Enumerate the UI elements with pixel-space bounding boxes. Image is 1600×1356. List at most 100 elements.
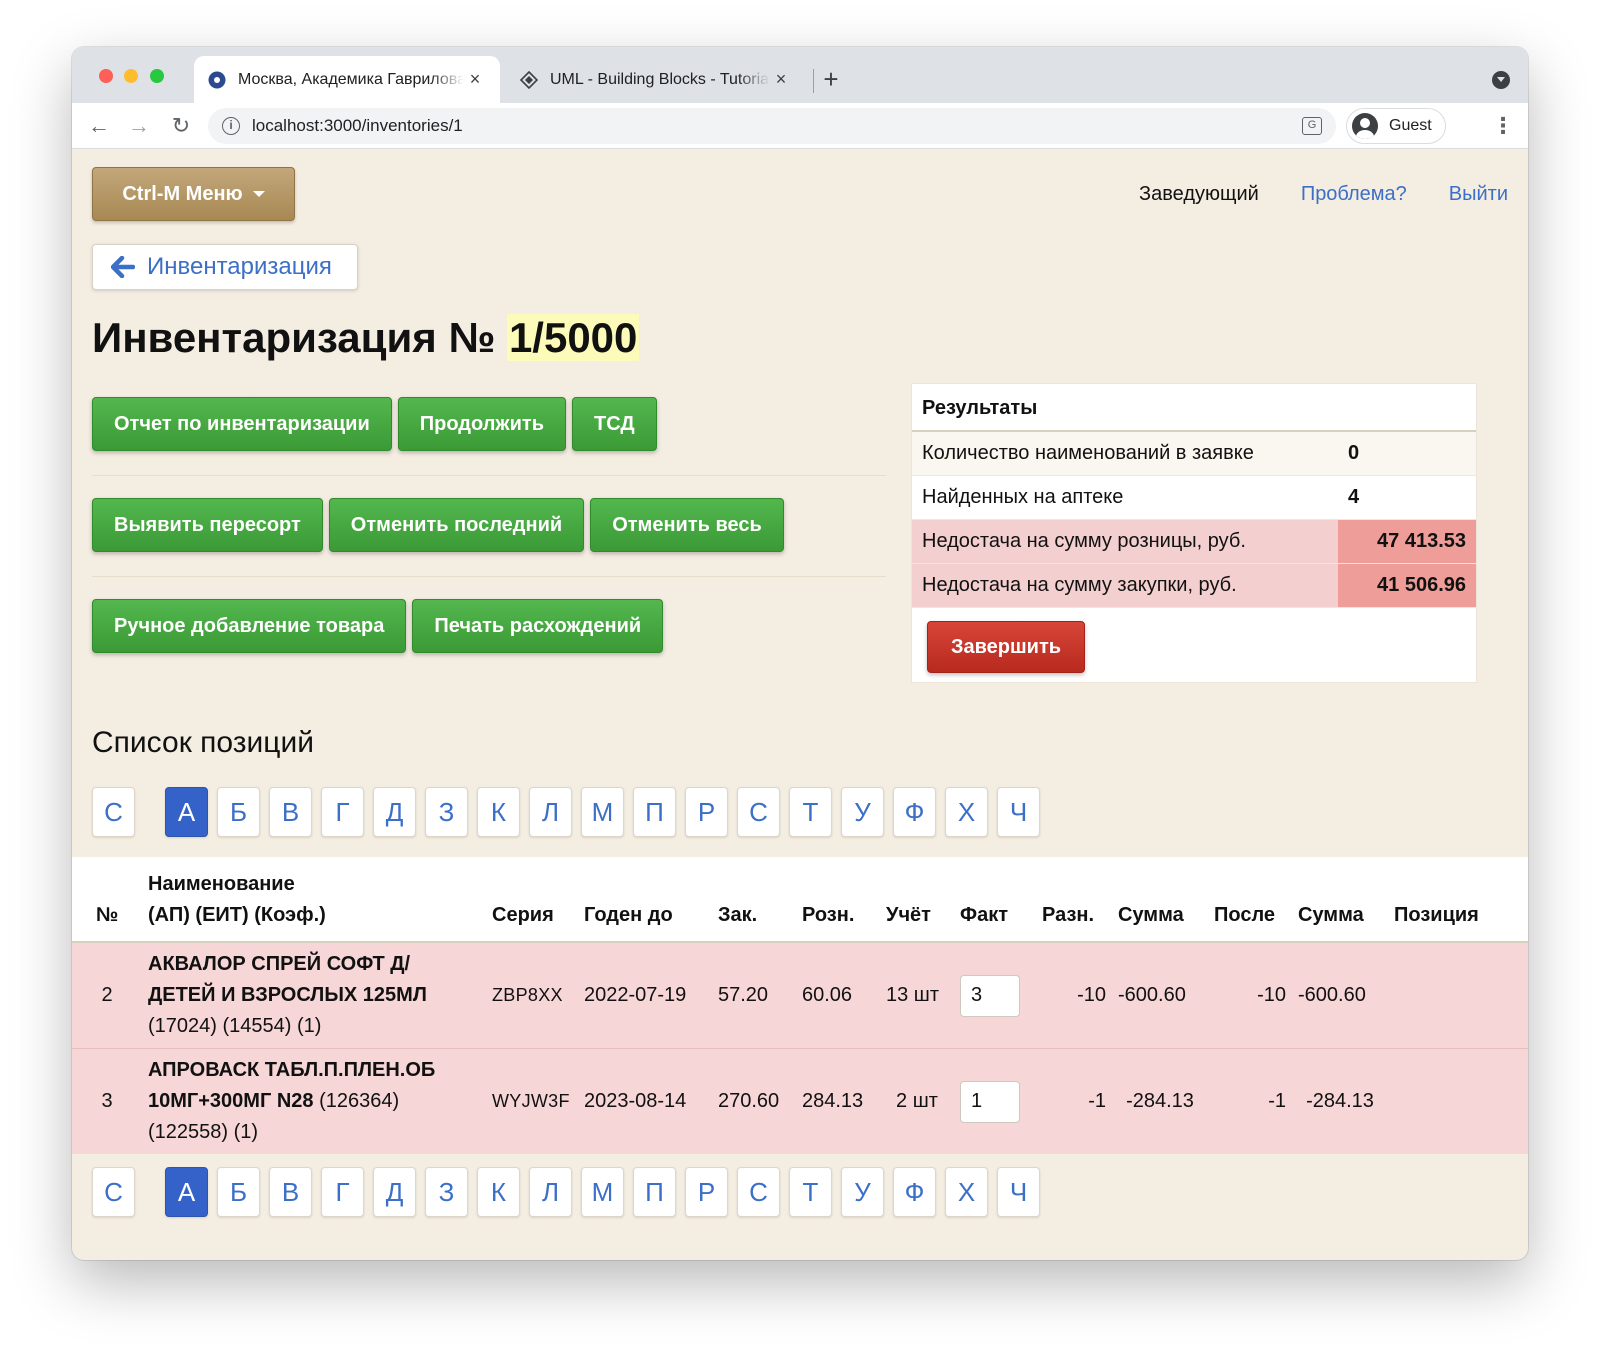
item-name: АКВАЛОР СПРЕЙ СОФТ Д/ ДЕТЕЙ И ВЗРОСЛЫХ 1… xyxy=(148,953,427,1006)
letter-filter-button[interactable]: Ф xyxy=(893,1167,936,1217)
letter-filter-button[interactable]: В xyxy=(269,1167,312,1217)
letter-filter-button[interactable]: С xyxy=(92,787,135,837)
letter-filter-button[interactable]: Л xyxy=(529,787,572,837)
print-discrepancies-button[interactable]: Печать расхождений xyxy=(412,599,664,653)
problem-link[interactable]: Проблема? xyxy=(1301,183,1407,206)
tutorialspoint-favicon-icon xyxy=(520,70,538,89)
profile-button[interactable]: Guest xyxy=(1346,108,1446,144)
user-role: Заведующий xyxy=(1139,183,1259,205)
browser-toolbar: ← → ↻ i localhost:3000/inventories/1 G G… xyxy=(72,103,1528,149)
letter-filter-button[interactable]: Т xyxy=(789,787,832,837)
letter-filter-button[interactable]: Г xyxy=(321,1167,364,1217)
row-sum2: -600.60 xyxy=(1298,984,1366,1006)
letter-filter-button[interactable]: Г xyxy=(321,787,364,837)
column-header-after: После xyxy=(1208,857,1292,943)
column-header-fact: Факт xyxy=(954,857,1036,943)
maximize-window-button[interactable] xyxy=(150,69,164,83)
letter-filter-button[interactable]: Р xyxy=(685,1167,728,1217)
back-link-label: Инвентаризация xyxy=(147,253,332,280)
divider xyxy=(92,475,886,476)
letter-filter-button[interactable]: С xyxy=(92,1167,135,1217)
minimize-window-button[interactable] xyxy=(124,69,138,83)
column-header-series: Серия xyxy=(486,857,578,943)
results-value: 0 xyxy=(1348,442,1360,464)
tab-search-icon[interactable] xyxy=(1492,71,1510,89)
results-title: Результаты xyxy=(912,384,1476,432)
fact-input[interactable] xyxy=(960,1080,1020,1123)
page-content: Ctrl-M Меню Заведующий Проблема? Выйти И… xyxy=(72,149,1528,1260)
detect-resort-button[interactable]: Выявить пересорт xyxy=(92,498,323,552)
manual-add-item-button[interactable]: Ручное добавление товара xyxy=(92,599,407,653)
letter-filter-button[interactable]: Д xyxy=(373,1167,416,1217)
results-label: Найденных на аптеке xyxy=(922,486,1124,508)
table-row: 3 АПРОВАСК ТАБЛ.П.ПЛЕН.ОБ 10МГ+300МГ N28… xyxy=(72,1048,1528,1154)
back-arrow-icon[interactable]: ← xyxy=(82,109,116,143)
page-title: Инвентаризация № 1/5000 xyxy=(92,314,640,362)
browser-tab-active[interactable]: Москва, Академика Гаврилова × xyxy=(194,56,500,103)
continue-button[interactable]: Продолжить xyxy=(397,397,566,451)
letter-filter-button[interactable]: З xyxy=(425,787,468,837)
back-to-inventories-button[interactable]: Инвентаризация xyxy=(92,244,358,290)
fact-input[interactable] xyxy=(960,974,1020,1017)
letter-filter-button[interactable]: П xyxy=(633,787,676,837)
letter-filter-button[interactable]: Ф xyxy=(893,787,936,837)
letter-filter-button[interactable]: Х xyxy=(945,1167,988,1217)
letter-filter-button[interactable]: У xyxy=(841,787,884,837)
letter-filter-button-active[interactable]: А xyxy=(165,1167,208,1217)
tab-close-icon[interactable]: × xyxy=(770,69,792,90)
letter-filter-button-active[interactable]: А xyxy=(165,787,208,837)
row-series: ZBP8XX xyxy=(492,985,563,1005)
row-expiry: 2022-07-19 xyxy=(584,984,687,1006)
main-menu-button[interactable]: Ctrl-M Меню xyxy=(92,167,295,221)
letter-filter-button[interactable]: Ч xyxy=(997,787,1040,837)
tab-title: Москва, Академика Гаврилова xyxy=(238,70,464,88)
letter-filter-button[interactable]: Т xyxy=(789,1167,832,1217)
letter-filter-button[interactable]: Д xyxy=(373,787,416,837)
inventory-report-button[interactable]: Отчет по инвентаризации xyxy=(92,397,392,451)
letter-filter-button[interactable]: Б xyxy=(217,787,260,837)
row-position xyxy=(1388,1048,1528,1154)
action-row-1: Отчет по инвентаризации Продолжить ТСД xyxy=(92,397,657,451)
tsd-button[interactable]: ТСД xyxy=(572,397,657,451)
results-value: 4 xyxy=(1348,486,1360,508)
letter-filter-button[interactable]: Л xyxy=(529,1167,572,1217)
forward-arrow-icon[interactable]: → xyxy=(122,109,156,143)
letter-filter-button[interactable]: М xyxy=(581,1167,624,1217)
letter-filter-button[interactable]: П xyxy=(633,1167,676,1217)
user-links: Заведующий Проблема? Выйти xyxy=(1139,183,1508,206)
finish-button[interactable]: Завершить xyxy=(927,621,1085,673)
letter-filter-button[interactable]: Х xyxy=(945,787,988,837)
browser-menu-icon[interactable]: ⋮ xyxy=(1492,109,1514,143)
browser-tab[interactable]: UML - Building Blocks - Tutorialspoint × xyxy=(506,56,806,103)
results-label: Недостача на сумму розницы, руб. xyxy=(922,530,1246,552)
browser-window: Москва, Академика Гаврилова × UML - Buil… xyxy=(72,47,1528,1260)
letter-filter-button[interactable]: К xyxy=(477,1167,520,1217)
new-tab-button[interactable]: + xyxy=(814,62,848,96)
reload-icon[interactable]: ↻ xyxy=(164,109,198,143)
letter-filter-button[interactable]: У xyxy=(841,1167,884,1217)
site-info-icon[interactable]: i xyxy=(222,117,240,135)
close-window-button[interactable] xyxy=(99,69,113,83)
translate-icon[interactable]: G xyxy=(1302,117,1322,135)
column-header-num: № xyxy=(72,857,142,943)
letter-filter-button[interactable]: К xyxy=(477,787,520,837)
letter-filter-button[interactable]: Ч xyxy=(997,1167,1040,1217)
letter-filter-button[interactable]: С xyxy=(737,787,780,837)
url-text[interactable]: localhost:3000/inventories/1 xyxy=(252,116,463,136)
cancel-last-button[interactable]: Отменить последний xyxy=(328,498,585,552)
results-row: Количество наименований в заявке 0 xyxy=(912,432,1476,476)
column-header-name-line2: (АП) (ЕИТ) (Коэф.) xyxy=(148,904,326,926)
letter-filter-button[interactable]: В xyxy=(269,787,312,837)
row-after: -10 xyxy=(1257,984,1286,1006)
tab-close-icon[interactable]: × xyxy=(464,69,486,90)
action-row-2: Выявить пересорт Отменить последний Отме… xyxy=(92,498,784,552)
site-favicon-icon xyxy=(208,71,226,88)
letter-filter-button[interactable]: М xyxy=(581,787,624,837)
address-bar[interactable]: i localhost:3000/inventories/1 G xyxy=(208,108,1336,144)
letter-filter-button[interactable]: З xyxy=(425,1167,468,1217)
logout-link[interactable]: Выйти xyxy=(1449,183,1508,206)
letter-filter-button[interactable]: Б xyxy=(217,1167,260,1217)
letter-filter-button[interactable]: Р xyxy=(685,787,728,837)
cancel-all-button[interactable]: Отменить весь xyxy=(590,498,784,552)
letter-filter-button[interactable]: С xyxy=(737,1167,780,1217)
